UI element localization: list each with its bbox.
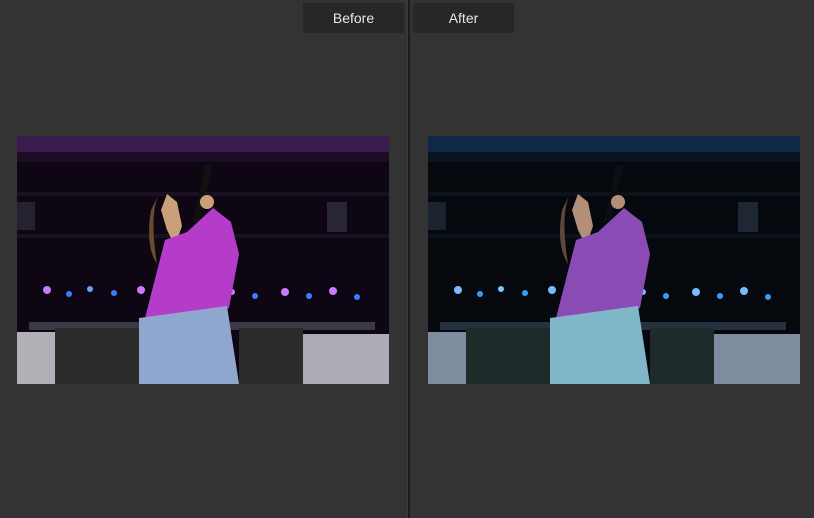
banner-right	[650, 328, 714, 384]
banner-left	[466, 328, 556, 384]
after-tab[interactable]: After	[413, 3, 514, 33]
stage-screen-right	[714, 334, 800, 384]
ceiling	[17, 136, 389, 152]
ceiling	[428, 136, 800, 152]
stage-screen-left	[17, 332, 55, 384]
stage-screen-right	[303, 334, 389, 384]
before-after-viewer: Before After	[0, 0, 814, 518]
before-photo	[17, 136, 389, 384]
ceiling-beam	[428, 152, 800, 162]
jeans	[550, 306, 650, 384]
before-tab[interactable]: Before	[303, 3, 404, 33]
after-photo-image	[428, 136, 800, 384]
stage-screen-left	[428, 332, 466, 384]
banner-right	[239, 328, 303, 384]
stage-light-box	[17, 202, 35, 230]
stage-light-box	[738, 202, 758, 232]
stage-light-box	[428, 202, 446, 230]
split-divider[interactable]	[407, 0, 410, 518]
jeans	[139, 306, 239, 384]
before-photo-image	[17, 136, 389, 384]
stage-light-box	[327, 202, 347, 232]
banner-left	[55, 328, 145, 384]
hand	[611, 195, 625, 209]
after-photo	[428, 136, 800, 384]
hand	[200, 195, 214, 209]
ceiling-beam	[17, 152, 389, 162]
